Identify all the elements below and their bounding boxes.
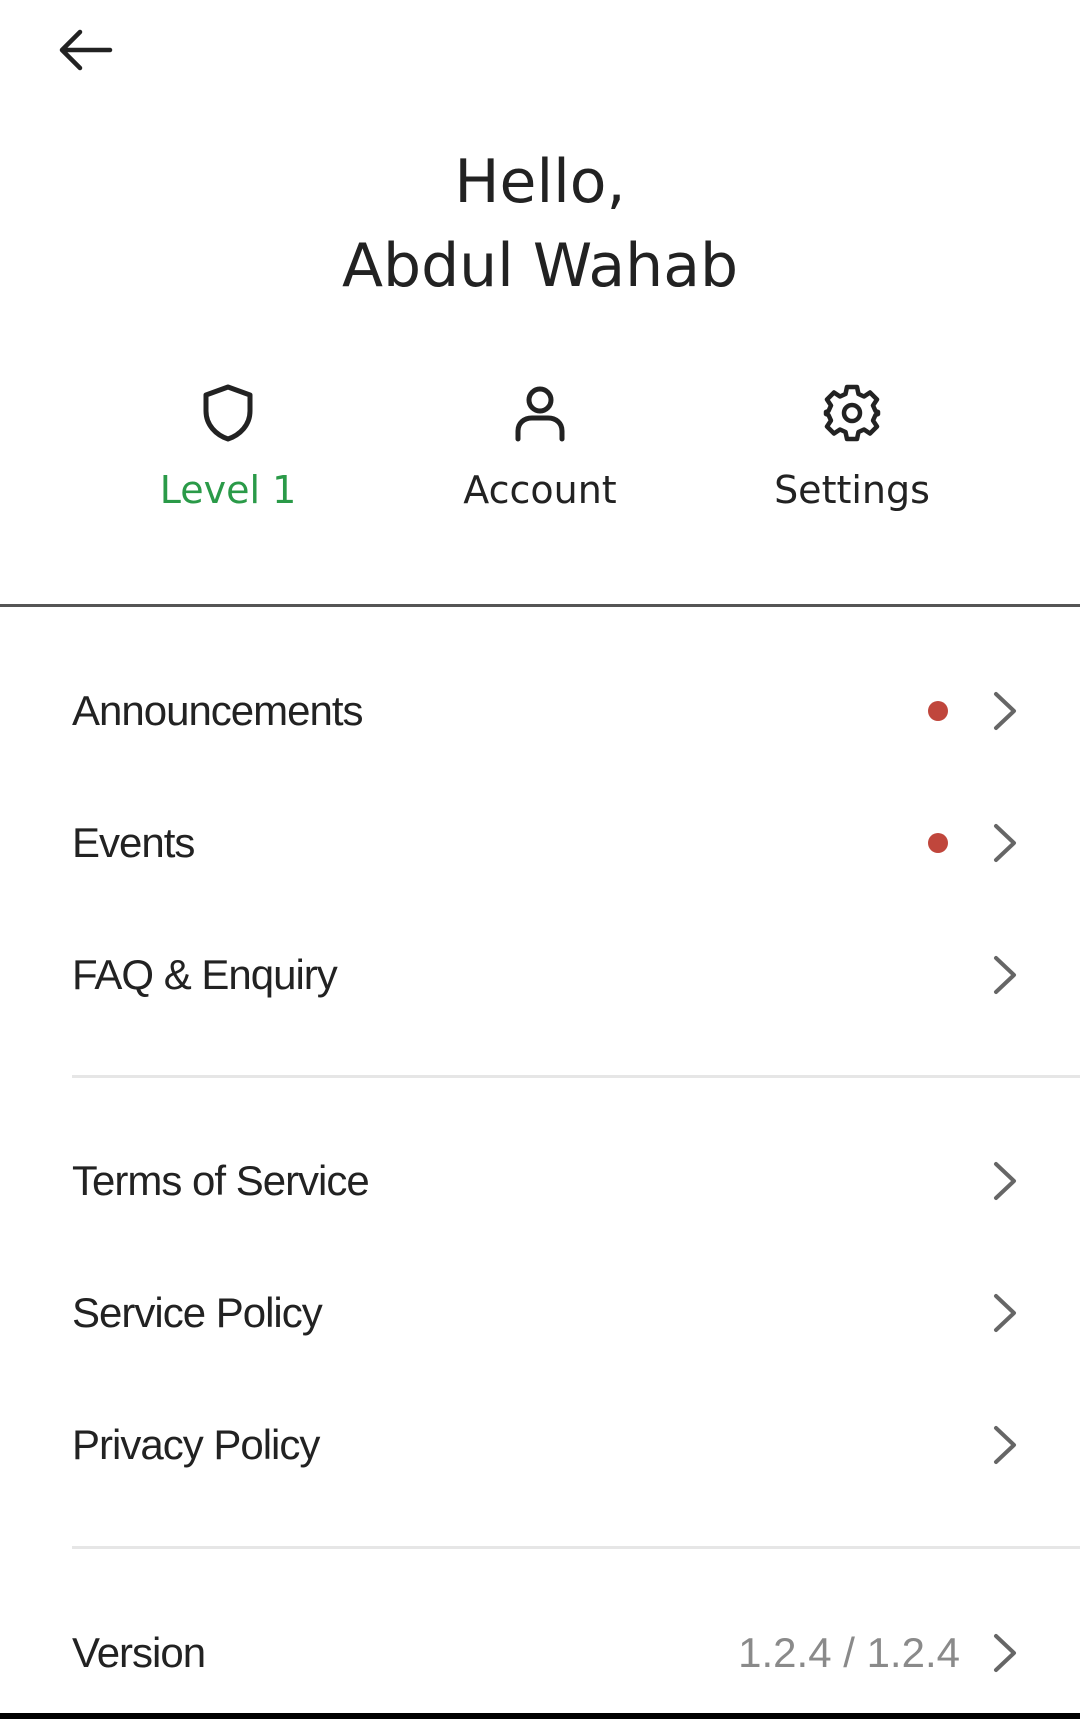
menu-item-label: Service Policy: [72, 1289, 323, 1336]
group-divider: [72, 1075, 1080, 1078]
chevron-right-icon: [994, 824, 1016, 862]
level-label: Level 1: [159, 468, 297, 512]
chevron-right-icon: [994, 692, 1016, 730]
chevron-right-icon: [994, 956, 1016, 994]
version-value: 1.2.4 / 1.2.4: [738, 1629, 960, 1676]
notification-dot: [928, 701, 948, 721]
chevron-right-icon: [994, 1162, 1016, 1200]
menu-item-announcements[interactable]: Announcements: [0, 646, 1080, 776]
back-button[interactable]: [48, 20, 120, 80]
menu-item-events[interactable]: Events: [0, 778, 1080, 908]
settings-button[interactable]: Settings: [702, 378, 1002, 528]
notification-dot: [928, 833, 948, 853]
quick-actions: Level 1 Account Settings: [0, 378, 1080, 528]
bottom-edge-bar: [0, 1713, 1080, 1719]
menu-item-privacy-policy[interactable]: Privacy Policy: [0, 1380, 1080, 1510]
section-divider: [0, 604, 1080, 607]
menu-item-label: Version: [72, 1629, 206, 1676]
level-button[interactable]: Level 1: [78, 378, 378, 528]
menu-item-faq-enquiry[interactable]: FAQ & Enquiry: [0, 910, 1080, 1040]
menu-item-terms-of-service[interactable]: Terms of Service: [0, 1116, 1080, 1246]
chevron-right-icon: [994, 1426, 1016, 1464]
menu-item-version[interactable]: Version 1.2.4 / 1.2.4: [0, 1588, 1080, 1718]
account-label: Account: [463, 468, 617, 512]
menu-item-label: Events: [72, 819, 195, 866]
menu-item-label: Announcements: [72, 687, 364, 734]
account-button[interactable]: Account: [390, 378, 690, 528]
chevron-right-icon: [994, 1634, 1016, 1672]
menu-item-service-policy[interactable]: Service Policy: [0, 1248, 1080, 1378]
greeting-user-name: Abdul Wahab: [341, 231, 739, 301]
gear-icon: [817, 378, 887, 448]
arrow-left-icon: [59, 29, 113, 71]
chevron-right-icon: [994, 1294, 1016, 1332]
menu-item-label: Privacy Policy: [72, 1421, 320, 1468]
greeting-line-hello: Hello,: [454, 147, 626, 217]
group-divider: [72, 1546, 1080, 1549]
shield-icon: [193, 378, 263, 448]
menu-item-label: FAQ & Enquiry: [72, 951, 338, 998]
user-icon: [505, 378, 575, 448]
greeting: Hello, Abdul Wahab: [0, 140, 1080, 308]
menu-item-label: Terms of Service: [72, 1157, 370, 1204]
settings-label: Settings: [774, 468, 930, 512]
